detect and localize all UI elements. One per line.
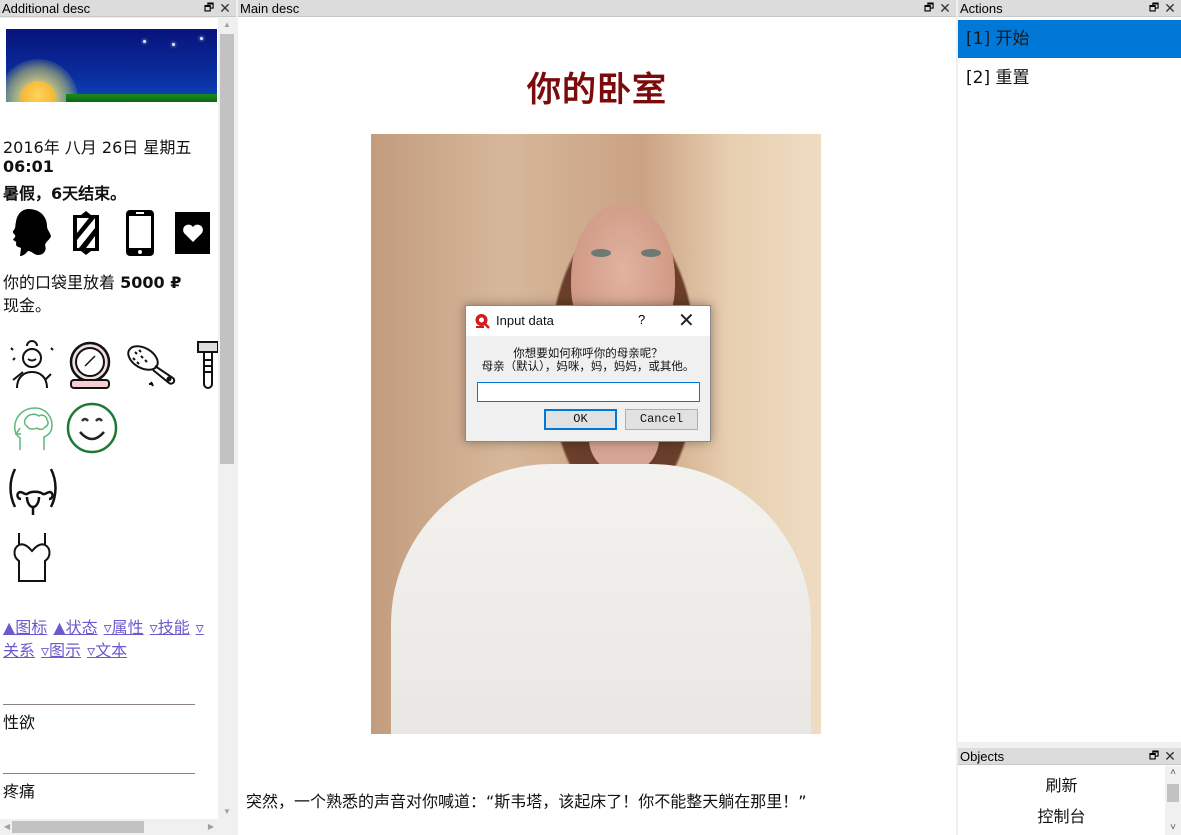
actions-titlebar[interactable]: Actions 🗗 ✕ [958,0,1181,17]
panel-title: Additional desc [2,1,91,16]
compact-mirror-icon[interactable] [66,338,114,392]
money-text: 你的口袋里放着 5000 ₽ [3,269,181,293]
scroll-thumb[interactable] [12,821,144,833]
action-item-reset[interactable]: [2] 重置 [958,59,1181,97]
money-suffix: 现金。 [3,296,52,315]
link-icons[interactable]: ▲图标 [3,618,47,637]
dialog-prompt: 你想要如何称呼你的母亲呢？ 母亲（默认），妈咪，妈，妈妈，或其他。 [466,347,710,373]
smile-icon[interactable] [64,400,120,456]
close-icon[interactable]: ✕ [218,0,232,17]
objects-titlebar[interactable]: Objects 🗗 ✕ [958,748,1181,765]
divider [3,773,195,774]
star [143,40,146,43]
scroll-right-arrow-icon[interactable]: ▶ [204,819,218,835]
section-links: ▲图标 ▲状态 ▿属性 ▿技能 ▿关系 ▿图示 ▿文本 [3,616,213,662]
photo-shirt [391,464,811,734]
time-text: 06:01 [3,157,54,176]
scroll-up-arrow-icon[interactable]: ˄ [1165,766,1181,780]
star [172,43,175,46]
vacation-text: 暑假，6天结束。 [3,180,126,204]
photo-eye [641,249,661,257]
phone-icon[interactable] [122,208,158,258]
link-illustrations[interactable]: ▿图示 [41,641,81,660]
uterus-icon[interactable] [6,466,60,520]
night-sky-banner [6,29,217,102]
actions-list: [1] 开始 [2] 重置 [958,18,1181,742]
panel-title: Main desc [240,1,300,16]
grass [66,94,217,102]
panel-title: Objects [960,749,1005,764]
action-item-start[interactable]: [1] 开始 [958,20,1181,58]
dialog-title: Input data [496,313,554,328]
left-vertical-scrollbar[interactable]: ▲ ▼ [218,18,236,819]
float-icon[interactable]: 🗗 [1147,748,1161,765]
vacation-days: 6天结束。 [51,184,127,203]
close-icon[interactable]: ✕ [1163,748,1177,765]
link-skills[interactable]: ▿技能 [150,618,190,637]
photo-eye [591,249,611,257]
stat-label-libido: 性欲 [3,713,36,732]
float-icon[interactable]: 🗗 [922,0,936,17]
divider [3,704,195,705]
razor-icon[interactable] [192,338,218,392]
additional-desc-titlebar[interactable]: Additional desc 🗗 ✕ [0,0,236,17]
stat-label-pain: 疼痛 [3,782,36,801]
scroll-up-arrow-icon[interactable]: ▲ [218,18,236,32]
money-amount: 5000 ₽ [120,273,182,292]
room-heading: 你的卧室 [527,70,667,110]
scroll-down-arrow-icon[interactable]: ˅ [1165,821,1181,835]
object-item-console[interactable]: 控制台 [958,803,1165,827]
app-logo-icon [474,313,490,329]
close-icon[interactable]: ✕ [1163,0,1177,17]
main-desc-titlebar[interactable]: Main desc 🗗 ✕ [238,0,956,17]
dialog-titlebar[interactable]: Input data ? ✕ [466,306,710,336]
objects-vertical-scrollbar[interactable]: ˄ ˅ [1165,766,1181,835]
star [200,37,203,40]
camisole-icon[interactable] [8,530,56,584]
ok-button[interactable]: OK [544,409,617,430]
link-text[interactable]: ▿文本 [87,641,127,660]
input-data-dialog: Input data ? ✕ 你想要如何称呼你的母亲呢？ 母亲（默认），妈咪，妈… [465,305,711,442]
woman-silhouette-icon[interactable] [6,206,56,258]
objects-panel: Objects 🗗 ✕ 刷新 控制台 ˄ ˅ [958,748,1181,835]
actions-panel: Actions 🗗 ✕ [1] 开始 [2] 重置 [958,0,1181,742]
dialog-close-icon[interactable]: ✕ [678,308,695,333]
mirror-icon[interactable] [66,208,106,258]
object-item-refresh[interactable]: 刷新 [958,772,1165,796]
scroll-thumb[interactable] [220,34,234,464]
panel-title: Actions [960,1,1003,16]
additional-desc-panel: Additional desc 🗗 ✕ 2016年 八月 26日 星期五 06:… [0,0,236,835]
help-button[interactable]: ? [638,312,645,327]
left-horizontal-scrollbar[interactable]: ◀ ▶ [0,819,218,835]
link-status[interactable]: ▲状态 [53,618,97,637]
objects-list: 刷新 控制台 ˄ ˅ [958,766,1181,835]
additional-desc-content: 2016年 八月 26日 星期五 06:01 暑假，6天结束。 你的口袋里放着 … [0,18,218,819]
face-care-icon[interactable] [6,338,58,392]
story-text: 突然，一个熟悉的声音对你喊道：“斯韦塔，该起床了！你不能整天躺在那里！” [246,792,807,811]
money-prefix: 你的口袋里放着 [3,273,121,292]
scroll-thumb[interactable] [1167,784,1179,802]
heart-book-icon[interactable] [172,208,214,258]
close-icon[interactable]: ✕ [938,0,952,17]
hairbrush-icon[interactable] [124,338,180,392]
date-text: 2016年 八月 26日 星期五 [3,138,192,157]
float-icon[interactable]: 🗗 [1147,0,1161,17]
vacation-prefix: 暑假， [3,184,52,203]
scroll-down-arrow-icon[interactable]: ▼ [218,805,236,819]
cancel-button[interactable]: Cancel [625,409,698,430]
prompt-line-2: 母亲（默认），妈咪，妈，妈妈，或其他。 [481,359,695,373]
link-attributes[interactable]: ▿属性 [104,618,144,637]
name-input[interactable] [477,382,700,402]
float-icon[interactable]: 🗗 [202,0,216,17]
brain-icon[interactable] [10,402,58,456]
